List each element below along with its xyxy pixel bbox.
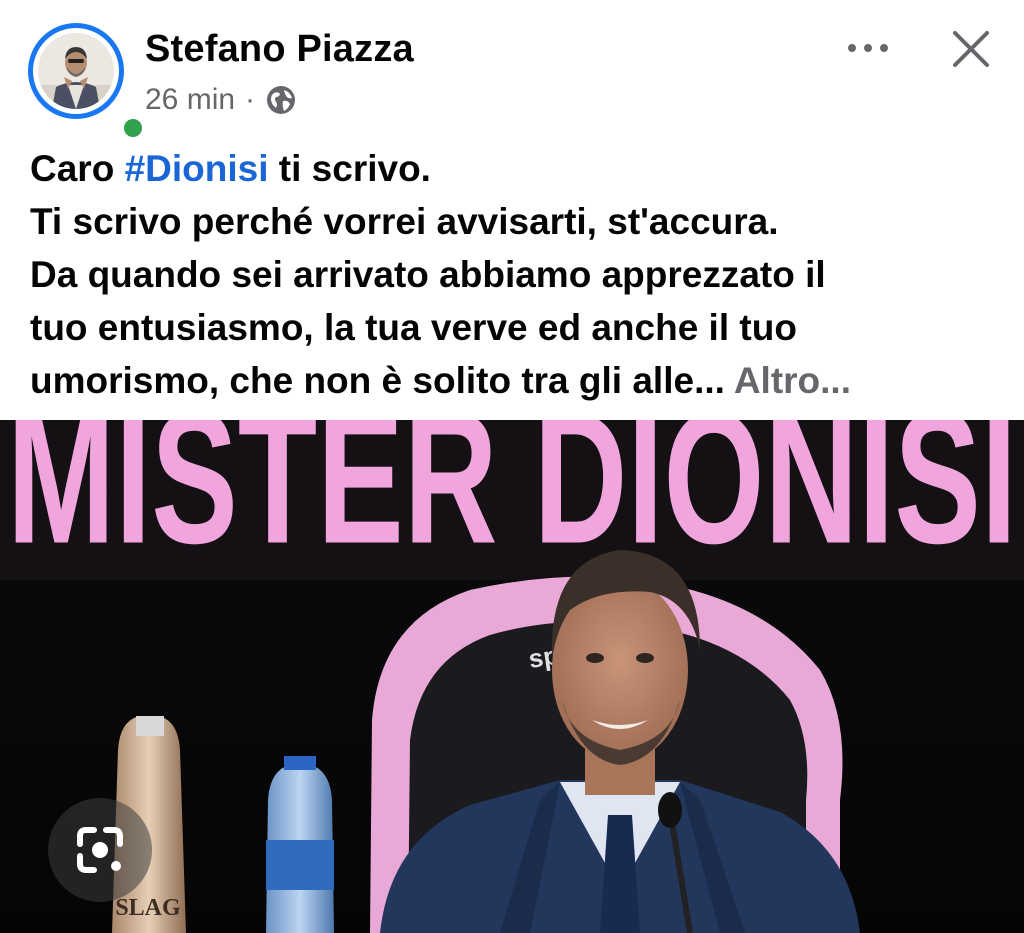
post-text-line: umorismo, che non è solito tra gli alle.… (30, 354, 1010, 407)
post-text: Caro #Dionisi ti scrivo. Ti scrivo perch… (30, 142, 1010, 407)
post-photo[interactable]: MISTER DIONISI sparco SLAG (0, 420, 1024, 933)
close-button[interactable] (946, 24, 996, 74)
more-horizontal-icon (848, 44, 888, 52)
globe-icon[interactable] (265, 84, 297, 116)
post-meta: 26 min · (145, 80, 297, 120)
text-suffix: ti scrivo. (268, 148, 431, 189)
banner-text: MISTER DIONISI (7, 420, 1017, 582)
author-name[interactable]: Stefano Piazza (145, 28, 414, 71)
meta-separator: · (245, 83, 256, 116)
post-header: Stefano Piazza 26 min · (0, 0, 1024, 141)
avatar-photo (38, 33, 114, 109)
post-text-line: Da quando sei arrivato abbiamo apprezzat… (30, 254, 826, 295)
post-text-truncated: umorismo, che non è solito tra gli alle.… (30, 360, 725, 401)
close-icon (953, 31, 989, 67)
post-text-line: Ti scrivo perché vorrei avvisarti, st'ac… (30, 201, 779, 242)
online-status-dot (120, 115, 146, 141)
post-text-line: Caro #Dionisi ti scrivo. (30, 142, 1010, 195)
post-time[interactable]: 26 min (145, 83, 235, 117)
avatar[interactable] (28, 23, 146, 141)
post-text-line: tuo entusiasmo, la tua verve ed anche il… (30, 307, 797, 348)
more-options-button[interactable] (842, 30, 894, 66)
text-prefix: Caro (30, 148, 125, 189)
hashtag-link[interactable]: #Dionisi (125, 148, 269, 189)
visual-search-button[interactable] (46, 796, 154, 904)
see-more-link[interactable]: Altro... (734, 360, 851, 401)
visual-search-icon (48, 798, 152, 902)
